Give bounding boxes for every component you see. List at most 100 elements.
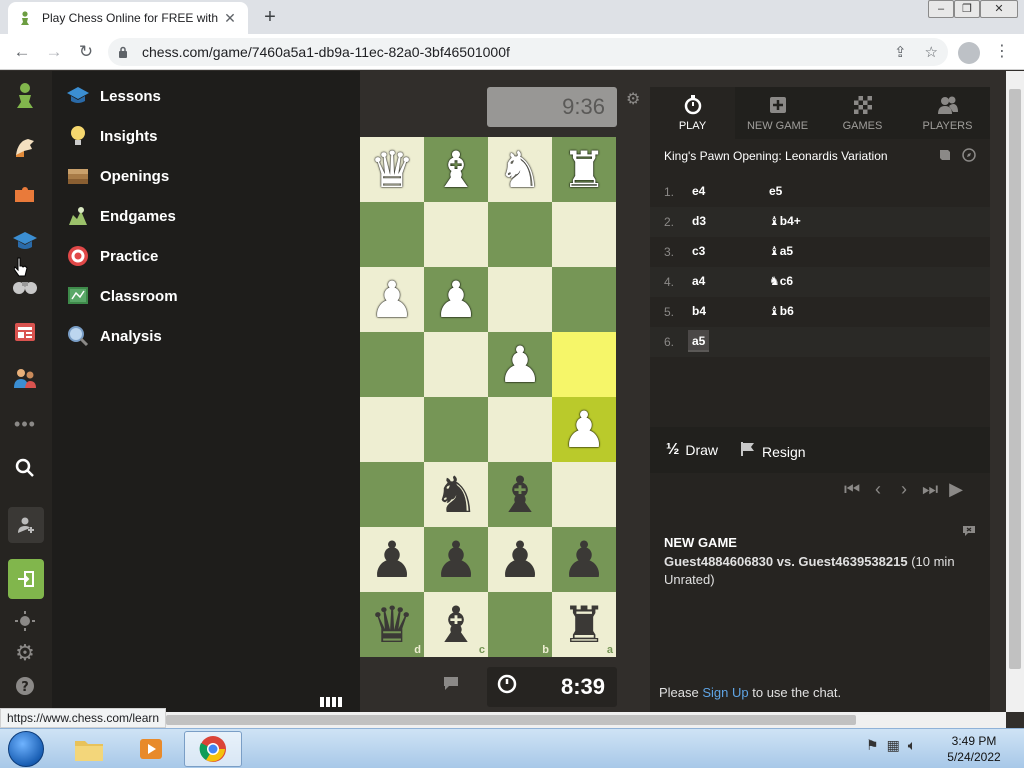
board-square[interactable] <box>424 397 488 462</box>
board-square[interactable]: ♛ <box>360 137 424 202</box>
white-rook-icon[interactable]: ♜ <box>562 145 607 195</box>
first-move-icon[interactable]: ⏮ <box>844 479 860 500</box>
board-settings-icon[interactable]: ⚙ <box>626 89 640 109</box>
learn-icon[interactable] <box>10 226 40 256</box>
tab-players[interactable]: PLAYERS <box>905 87 990 139</box>
tab-close-icon[interactable]: ✕ <box>222 10 238 27</box>
menu-item-endgames[interactable]: Endgames <box>66 202 176 230</box>
chat-close-icon[interactable] <box>962 525 976 540</box>
black-move[interactable]: e5 <box>769 180 782 202</box>
black-bishop-icon[interactable]: ♝ <box>434 600 479 650</box>
white-pawn-icon[interactable]: ♟ <box>498 340 543 390</box>
board-square[interactable]: ♟ <box>488 527 552 592</box>
black-pawn-icon[interactable]: ♟ <box>434 535 479 585</box>
browser-tab[interactable]: Play Chess Online for FREE with F ✕ <box>8 2 248 34</box>
back-icon[interactable]: ← <box>10 40 34 64</box>
white-pawn-icon[interactable]: ♟ <box>434 275 479 325</box>
resign-button[interactable]: Resign <box>740 441 806 462</box>
board-square[interactable]: ♝ c <box>424 592 488 657</box>
opening-name[interactable]: King's Pawn Opening: Leonardis Variation <box>664 149 888 163</box>
black-rook-icon[interactable]: ♜ <box>562 600 607 650</box>
black-move[interactable]: ♞c6 <box>769 270 793 292</box>
start-button[interactable] <box>8 731 44 767</box>
black-move[interactable]: ♝a5 <box>769 240 793 262</box>
close-window-button[interactable]: ✕ <box>980 0 1018 18</box>
profile-avatar[interactable] <box>958 42 980 64</box>
bookmark-star-icon[interactable]: ☆ <box>925 43 938 61</box>
board-square[interactable]: ♟ <box>360 267 424 332</box>
drag-handle[interactable] <box>320 697 344 707</box>
black-bishop-icon[interactable]: ♝ <box>498 470 543 520</box>
board-square[interactable] <box>360 462 424 527</box>
white-move[interactable]: b4 <box>688 300 710 322</box>
tab-new-game[interactable]: NEW GAME <box>735 87 820 139</box>
taskbar-clock[interactable]: 3:49 PM 5/24/2022 <box>936 733 1012 765</box>
more-icon[interactable]: ••• <box>10 409 40 439</box>
black-move[interactable]: ♝b4+ <box>769 210 801 232</box>
puzzles-icon[interactable] <box>10 179 40 209</box>
board-square[interactable] <box>424 202 488 267</box>
board-square[interactable] <box>488 267 552 332</box>
white-knight-icon[interactable]: ♞ <box>498 145 543 195</box>
board-square[interactable]: ♝ <box>488 462 552 527</box>
menu-item-practice[interactable]: Practice <box>66 242 158 270</box>
white-move[interactable]: c3 <box>688 240 709 262</box>
sign-up-button[interactable] <box>8 507 44 543</box>
network-icon[interactable]: ▦ <box>887 737 900 754</box>
reload-icon[interactable]: ↻ <box>74 40 98 64</box>
board-square[interactable]: ♟ <box>552 527 616 592</box>
tab-games[interactable]: GAMES <box>820 87 905 139</box>
play-icon[interactable] <box>10 133 40 163</box>
board-square[interactable]: ♜ a <box>552 592 616 657</box>
browser-menu-icon[interactable]: ⋮ <box>994 41 1010 61</box>
minimize-button[interactable]: – <box>928 0 954 18</box>
black-pawn-icon[interactable]: ♟ <box>498 535 543 585</box>
white-pawn-icon[interactable]: ♟ <box>562 405 607 455</box>
chess-board[interactable]: ♛ ♝ ♞ ♜ ♟ ♟ ♟ ♟ ♞ ♝ ♟ ♟ ♟ ♟ ♛ d ♝ c b ♜ a <box>360 137 616 657</box>
menu-item-insights[interactable]: Insights <box>66 122 158 150</box>
volume-icon[interactable]: 🔈︎ <box>908 737 916 754</box>
board-square[interactable] <box>552 267 616 332</box>
board-square[interactable] <box>552 332 616 397</box>
board-square[interactable]: ♟ <box>360 527 424 592</box>
menu-item-analysis[interactable]: Analysis <box>66 322 162 350</box>
white-move[interactable]: d3 <box>688 210 710 232</box>
address-bar[interactable]: chess.com/game/7460a5a1-db9a-11ec-82a0-3… <box>108 38 948 66</box>
board-square[interactable] <box>488 397 552 462</box>
white-bishop-icon[interactable]: ♝ <box>434 145 479 195</box>
black-pawn-icon[interactable]: ♟ <box>562 535 607 585</box>
board-square[interactable]: ♞ <box>424 462 488 527</box>
board-square[interactable] <box>552 462 616 527</box>
board-square[interactable]: ♜ <box>552 137 616 202</box>
theme-toggle-icon[interactable] <box>10 606 40 636</box>
help-icon[interactable]: ? <box>10 671 40 701</box>
board-square[interactable]: ♝ <box>424 137 488 202</box>
board-square[interactable]: ♟ <box>552 397 616 462</box>
tab-play[interactable]: PLAY <box>650 87 735 139</box>
news-icon[interactable] <box>10 317 40 347</box>
sign-up-link[interactable]: Sign Up <box>702 685 748 700</box>
previous-move-icon[interactable]: ‹ <box>870 479 886 500</box>
board-square[interactable] <box>360 202 424 267</box>
menu-item-lessons[interactable]: Lessons <box>66 82 161 110</box>
menu-item-openings[interactable]: Openings <box>66 162 169 190</box>
book-icon[interactable] <box>938 148 952 165</box>
social-icon[interactable] <box>10 363 40 393</box>
board-square[interactable]: ♞ <box>488 137 552 202</box>
file-explorer-icon[interactable] <box>60 731 118 767</box>
board-square[interactable] <box>424 332 488 397</box>
white-pawn-icon[interactable]: ♟ <box>370 275 415 325</box>
white-queen-icon[interactable]: ♛ <box>370 145 415 195</box>
compass-icon[interactable] <box>962 148 976 165</box>
white-move[interactable]: a5 <box>688 330 710 352</box>
log-in-button[interactable] <box>8 559 44 599</box>
black-move[interactable]: ♝b6 <box>769 300 794 322</box>
vertical-scrollbar[interactable] <box>1006 71 1024 712</box>
board-square[interactable] <box>360 397 424 462</box>
board-square[interactable]: ♟ <box>424 527 488 592</box>
board-square[interactable]: ♟ <box>488 332 552 397</box>
board-square[interactable]: b <box>488 592 552 657</box>
maximize-button[interactable]: ❐ <box>954 0 980 18</box>
black-queen-icon[interactable]: ♛ <box>370 600 415 650</box>
board-square[interactable] <box>552 202 616 267</box>
